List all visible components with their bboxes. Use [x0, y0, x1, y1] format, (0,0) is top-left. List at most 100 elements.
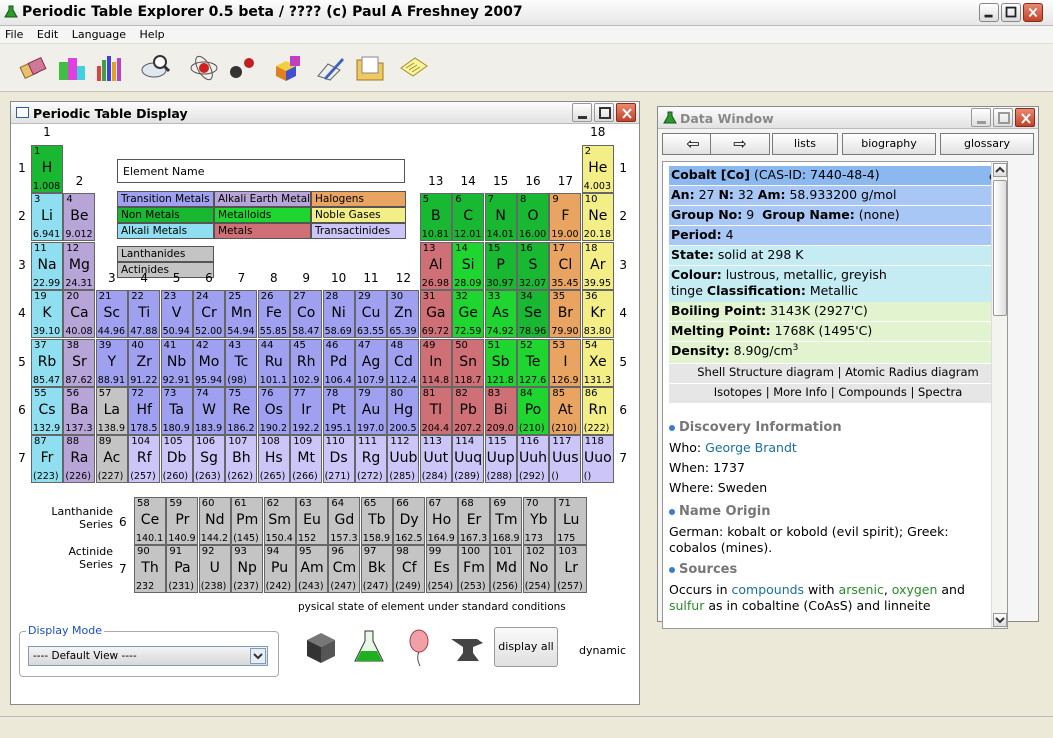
toolbar-cubes-button[interactable] [272, 52, 304, 84]
element-cell-yb[interactable]: 70 Yb 173 [522, 497, 555, 545]
minimize-button[interactable] [979, 3, 999, 22]
element-cell-na[interactable]: 11 Na 22.99 [31, 241, 63, 290]
scroll-thumb[interactable] [993, 180, 1007, 316]
solid-state-button[interactable] [305, 631, 337, 665]
element-cell-uuh[interactable]: 116 Uuh (292) [517, 435, 549, 484]
element-cell-xe[interactable]: 54 Xe 131.3 [581, 338, 614, 387]
element-cell-pb[interactable]: 82 Pb 207.2 [452, 387, 485, 435]
element-cell-fe[interactable]: 26 Fe 55.85 [257, 290, 290, 339]
element-cell-ar[interactable]: 18 Ar 39.95 [581, 241, 614, 290]
close-button[interactable] [1023, 3, 1043, 22]
element-cell-ni[interactable]: 28 Ni 58.69 [322, 290, 355, 339]
element-cell-si[interactable]: 14 Si 28.09 [452, 241, 485, 290]
element-cell-cd[interactable]: 48 Cd 112.4 [387, 338, 420, 387]
element-cell-sb[interactable]: 51 Sb 121.8 [484, 338, 517, 387]
element-cell-uuq[interactable]: 114 Uuq (289) [452, 435, 485, 484]
element-cell-cs[interactable]: 55 Cs 132.9 [31, 387, 63, 435]
element-cell-al[interactable]: 13 Al 26.98 [419, 241, 452, 290]
element-cell-rf[interactable]: 104 Rf (257) [128, 435, 161, 484]
toolbar-elements-button[interactable] [18, 52, 50, 84]
element-cell-es[interactable]: 99 Es (254) [425, 545, 458, 593]
dw-minimize-button[interactable] [971, 108, 991, 127]
element-cell-n[interactable]: 7 N 14.01 [484, 193, 517, 242]
element-cell-md[interactable]: 101 Md (256) [490, 545, 523, 593]
toolbar-folder-button[interactable] [354, 52, 386, 84]
legend-item[interactable]: Transactinides [311, 223, 406, 239]
element-cell-mg[interactable]: 12 Mg 24.31 [63, 241, 96, 290]
scroll-up-button[interactable] [993, 163, 1007, 177]
element-cell-p[interactable]: 15 P 30.97 [484, 241, 517, 290]
dw-close-button[interactable] [1015, 108, 1035, 127]
element-cell-sr[interactable]: 38 Sr 87.62 [63, 338, 96, 387]
element-cell-sm[interactable]: 62 Sm 150.4 [263, 497, 296, 545]
element-cell-cf[interactable]: 98 Cf (249) [393, 545, 426, 593]
element-cell-cr[interactable]: 24 Cr 52.00 [193, 290, 225, 339]
chevron-down-icon[interactable] [250, 648, 266, 664]
synthetic-state-button[interactable] [449, 633, 485, 665]
element-cell-fm[interactable]: 100 Fm (253) [458, 545, 490, 593]
element-cell-pa[interactable]: 91 Pa (231) [166, 545, 199, 593]
element-cell-th[interactable]: 90 Th 232 [134, 545, 166, 593]
element-cell-tc[interactable]: 43 Tc (98) [225, 338, 258, 387]
element-cell-uus[interactable]: 117 Uus () [549, 435, 582, 484]
element-cell-as[interactable]: 33 As 74.92 [484, 290, 517, 339]
display-all-button[interactable]: display all [494, 627, 558, 667]
element-cell-te[interactable]: 52 Te 127.6 [517, 338, 549, 387]
element-cell-er[interactable]: 68 Er 167.3 [458, 497, 490, 545]
element-cell-ac[interactable]: 89 Ac (227) [95, 435, 128, 484]
element-cell-pr[interactable]: 59 Pr 140.9 [166, 497, 199, 545]
element-cell-uut[interactable]: 113 Uut (284) [419, 435, 452, 484]
element-cell-ag[interactable]: 47 Ag 107.9 [355, 338, 387, 387]
element-cell-eu[interactable]: 63 Eu 152 [296, 497, 328, 545]
discoverer-link[interactable]: George Brandt [705, 440, 797, 455]
element-cell-lr[interactable]: 103 Lr (257) [555, 545, 588, 593]
element-cell-sn[interactable]: 50 Sn 118.7 [452, 338, 485, 387]
gas-state-button[interactable] [407, 629, 431, 667]
element-cell-uup[interactable]: 115 Uup (288) [484, 435, 517, 484]
element-cell-dy[interactable]: 66 Dy 162.5 [393, 497, 426, 545]
element-cell-h[interactable]: 1 H 1.008 [31, 145, 63, 193]
element-cell-bh[interactable]: 107 Bh (262) [225, 435, 258, 484]
element-cell-ru[interactable]: 44 Ru 101.1 [257, 338, 290, 387]
legend-item[interactable]: Non Metals [117, 207, 214, 223]
element-cell-pd[interactable]: 46 Pd 106.4 [322, 338, 355, 387]
element-cell-he[interactable]: 2 He 4.003 [581, 145, 614, 193]
data-window-scrollbar[interactable] [991, 162, 1007, 628]
legend-item[interactable]: Lanthanides [117, 246, 214, 262]
element-cell-mn[interactable]: 25 Mn 54.94 [225, 290, 258, 339]
biography-button[interactable]: biography [842, 133, 936, 155]
element-cell-ga[interactable]: 31 Ga 69.72 [419, 290, 452, 339]
element-cell-fr[interactable]: 87 Fr (223) [31, 435, 63, 484]
element-cell-y[interactable]: 39 Y 88.91 [95, 338, 128, 387]
element-cell-db[interactable]: 105 Db (260) [160, 435, 193, 484]
legend-item[interactable]: Metalloids [214, 207, 311, 223]
element-cell-pu[interactable]: 94 Pu (242) [263, 545, 296, 593]
element-cell-co[interactable]: 27 Co 58.47 [290, 290, 323, 339]
element-cell-br[interactable]: 35 Br 79.90 [549, 290, 582, 339]
element-cell-k[interactable]: 19 K 39.10 [31, 290, 63, 339]
element-cell-sc[interactable]: 21 Sc 44.96 [95, 290, 128, 339]
element-cell-v[interactable]: 23 V 50.94 [160, 290, 193, 339]
diagram-links[interactable]: Shell Structure diagram | Atomic Radius … [669, 364, 1007, 383]
element-cell-s[interactable]: 16 S 32.07 [517, 241, 549, 290]
element-cell-hf[interactable]: 72 Hf 178.5 [128, 387, 161, 435]
element-cell-au[interactable]: 79 Au 197.0 [355, 387, 387, 435]
scroll-down-button[interactable] [993, 613, 1007, 627]
toolbar-notes-button[interactable] [398, 52, 430, 84]
legend-item[interactable]: Transition Metals [117, 191, 214, 207]
info-links[interactable]: Isotopes | More Info | Compounds | Spect… [669, 384, 1007, 403]
element-cell-ir[interactable]: 77 Ir 192.2 [290, 387, 323, 435]
element-cell-tl[interactable]: 81 Tl 204.4 [419, 387, 452, 435]
element-cell-o[interactable]: 8 O 16.00 [517, 193, 549, 242]
element-cell-mo[interactable]: 42 Mo 95.94 [193, 338, 225, 387]
element-cell-sg[interactable]: 106 Sg (263) [193, 435, 225, 484]
element-cell-c[interactable]: 6 C 12.01 [452, 193, 485, 242]
element-cell-ce[interactable]: 58 Ce 140.1 [134, 497, 166, 545]
menu-file[interactable]: File [0, 26, 28, 43]
element-cell-se[interactable]: 34 Se 78.96 [517, 290, 549, 339]
dw-maximize-button[interactable] [993, 108, 1013, 127]
element-cell-rn[interactable]: 86 Rn (222) [581, 387, 614, 435]
forward-button[interactable]: ⇨ [710, 133, 770, 155]
toolbar-atom-button[interactable] [188, 52, 220, 84]
display-mode-select[interactable]: ---- Default View ---- [28, 646, 268, 666]
